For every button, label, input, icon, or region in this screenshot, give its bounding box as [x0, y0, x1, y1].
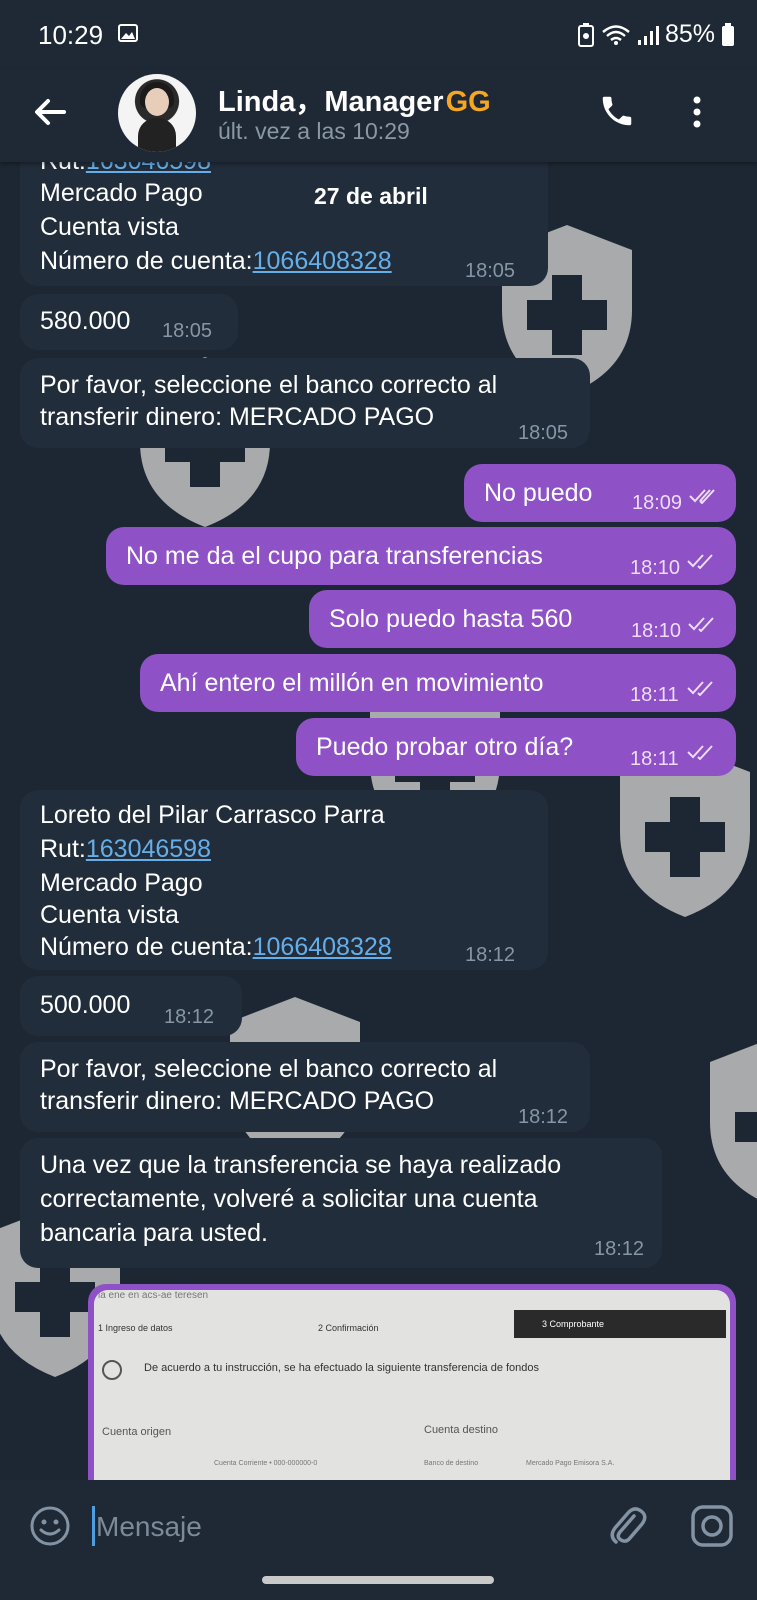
rut-label: Rut:	[40, 835, 86, 863]
account-type: Cuenta vista	[40, 901, 179, 929]
message-time: 18:05	[518, 422, 569, 444]
photo-message[interactable]: ia ene en acs-ae teresen 1 Ingreso de da…	[88, 1284, 736, 1480]
status-time: 10:29	[38, 20, 104, 50]
outgoing-message[interactable]: Solo puedo hasta 560 18:10	[309, 590, 736, 648]
message-time: 18:12	[164, 1006, 215, 1028]
phone-call-icon[interactable]	[598, 92, 636, 130]
account-number-link[interactable]: 1066408328	[253, 247, 392, 275]
read-checkmarks-icon	[687, 745, 713, 760]
rut-link[interactable]: 163046598	[86, 162, 211, 175]
photo-text: Cuenta destino	[424, 1424, 498, 1436]
message-time: 18:09	[632, 492, 683, 514]
outgoing-message[interactable]: Ahí entero el millón en movimiento 18:11	[140, 654, 736, 712]
attach-paperclip-icon[interactable]	[604, 1502, 648, 1550]
account-number-link[interactable]: 1066408328	[253, 933, 392, 961]
gg-emoji: GG	[445, 86, 491, 118]
shield-watermark-icon	[700, 1032, 757, 1212]
amount-text: 580.000	[40, 307, 131, 335]
camera-icon[interactable]	[690, 1504, 734, 1548]
message-composer	[0, 1480, 757, 1600]
last-seen-status: últ. vez a las 10:29	[218, 118, 410, 144]
message-text-line: transferir dinero: MERCADO PAGO	[40, 1087, 435, 1115]
outgoing-text: No me da el cupo para transferencias	[126, 542, 543, 570]
amount-message[interactable]: 580.000 18:05	[20, 294, 238, 350]
bank-name: Mercado Pago	[40, 869, 203, 897]
signal-icon	[637, 24, 659, 46]
rut-link[interactable]: 163046598	[86, 835, 211, 863]
photo-text: 3 Comprobante	[514, 1310, 726, 1338]
message-text-line: correctamente, volveré a solicitar una c…	[40, 1185, 538, 1213]
photo-text: Mercado Pago Emisora S.A.	[526, 1460, 615, 1467]
amount-text: 500.000	[40, 991, 131, 1019]
photo-text: Cuenta origen	[102, 1426, 172, 1438]
battery-saver-icon	[577, 22, 595, 47]
account-details-message[interactable]: Rut:163046598 Mercado Pago Cuenta vista …	[20, 162, 548, 286]
home-indicator[interactable]	[262, 1576, 494, 1584]
message-text-line: Por favor, seleccione el banco correcto …	[40, 1055, 498, 1083]
outgoing-message[interactable]: Puedo probar otro día? 18:11	[296, 718, 736, 776]
outgoing-text: Solo puedo hasta 560	[329, 605, 573, 633]
read-checkmarks-icon	[688, 617, 714, 632]
outgoing-text: Ahí entero el millón en movimiento	[160, 669, 544, 697]
message-text-line: Por favor, seleccione el banco correcto …	[40, 371, 498, 399]
chat-header: Linda，ManagerGG últ. vez a las 10:29	[0, 70, 757, 162]
account-type: Cuenta vista	[40, 213, 179, 241]
emoji-icon[interactable]	[28, 1504, 72, 1548]
contact-name[interactable]: Linda，ManagerGG	[218, 78, 491, 120]
message-text-line: transferir dinero: MERCADO PAGO	[40, 403, 435, 431]
message-time: 18:05	[162, 320, 213, 342]
bank-name: Mercado Pago	[40, 179, 203, 207]
message-time: 18:10	[631, 620, 682, 642]
date-separator: 27 de abril	[314, 183, 428, 209]
followup-message[interactable]: Una vez que la transferencia se haya rea…	[20, 1138, 662, 1268]
read-checkmarks-icon	[689, 489, 715, 504]
status-bar: 10:29 85%	[0, 0, 757, 70]
message-time: 18:11	[630, 684, 679, 706]
message-time: 18:12	[594, 1238, 645, 1260]
read-checkmarks-icon	[687, 681, 713, 696]
wifi-icon	[601, 24, 631, 46]
account-details-message[interactable]: Loreto del Pilar Carrasco Parra Rut:1630…	[20, 790, 548, 970]
more-options-icon[interactable]	[690, 92, 704, 132]
select-bank-message[interactable]: Por favor, seleccione el banco correcto …	[20, 1042, 590, 1132]
outgoing-text: No puedo	[484, 479, 593, 507]
back-arrow-icon[interactable]	[30, 92, 70, 132]
message-time: 18:12	[518, 1106, 569, 1128]
photo-text: ia ene en acs-ae teresen	[98, 1290, 209, 1301]
rut-label: Rut:	[40, 162, 86, 175]
message-input[interactable]	[94, 1498, 578, 1556]
message-text-line: Una vez que la transferencia se haya rea…	[40, 1151, 562, 1179]
select-bank-message[interactable]: Por favor, seleccione el banco correcto …	[20, 358, 590, 448]
message-time: 18:11	[630, 748, 679, 770]
message-time: 18:05	[465, 260, 516, 282]
chat-messages[interactable]: Rut:163046598 Mercado Pago Cuenta vista …	[0, 162, 757, 1480]
photo-text: 2 Confirmación	[318, 1323, 379, 1333]
outgoing-text: Puedo probar otro día?	[316, 733, 574, 761]
status-indicators: 85%	[577, 20, 735, 49]
photo-text: Cuenta Corriente • 000-000000-0	[214, 1460, 318, 1467]
read-checkmarks-icon	[687, 554, 713, 569]
battery-icon	[721, 22, 735, 47]
transfer-receipt-photo: ia ene en acs-ae teresen 1 Ingreso de da…	[94, 1290, 730, 1480]
account-holder-name: Loreto del Pilar Carrasco Parra	[40, 801, 385, 829]
message-time: 18:12	[465, 944, 516, 966]
photo-text: Banco de destino	[424, 1460, 479, 1467]
contact-avatar[interactable]	[118, 74, 196, 152]
amount-message[interactable]: 500.000 18:12	[20, 976, 242, 1036]
account-label: Número de cuenta:	[40, 933, 253, 961]
contact-name-text: Linda，Manager	[218, 86, 444, 118]
photo-text: De acuerdo a tu instrucción, se ha efect…	[144, 1362, 540, 1374]
outgoing-message[interactable]: No puedo 18:09	[464, 464, 736, 522]
check-circle-icon	[102, 1360, 122, 1380]
message-time: 18:10	[630, 557, 681, 579]
photo-text: 1 Ingreso de datos	[98, 1323, 173, 1333]
battery-level: 85%	[664, 20, 715, 48]
gallery-notification-icon	[118, 24, 138, 42]
outgoing-message[interactable]: No me da el cupo para transferencias 18:…	[106, 527, 736, 585]
account-label: Número de cuenta:	[40, 247, 253, 275]
message-text-line: bancaria para usted.	[40, 1219, 268, 1247]
